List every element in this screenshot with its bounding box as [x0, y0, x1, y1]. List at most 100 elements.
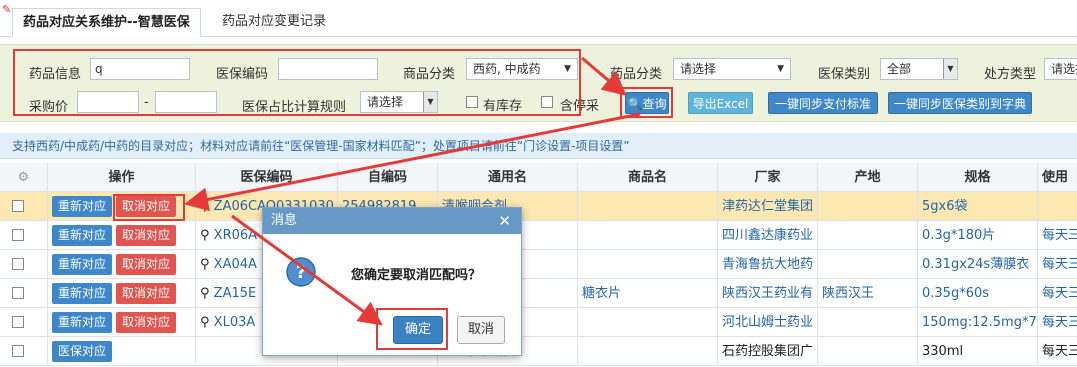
search-icon: ⚲: [200, 228, 210, 243]
manufacturer-cell: 四川鑫达康药业: [718, 221, 818, 250]
svg-text:?: ?: [296, 262, 306, 283]
drug-category-select[interactable]: 请选择 ▼: [673, 58, 791, 80]
info-bar: 支持西药/中成药/中药的目录对应；材料对应请前往“医保管理-国家材料匹配”；处置…: [0, 133, 1077, 159]
spec-cell: 0.35g*60s: [918, 279, 1038, 308]
unmatch-button[interactable]: 取消对应: [116, 312, 176, 333]
insurance-match-button[interactable]: 医保对应: [52, 341, 112, 362]
annotation-box-query: [620, 87, 673, 118]
usage-cell: 每天三: [1042, 228, 1077, 243]
tab-drug-mapping[interactable]: 药品对应关系维护--智慧医保: [12, 8, 201, 37]
caret-down-icon: ▼: [943, 59, 957, 79]
table-row[interactable]: 医保对应 强力枇杷露 石药控股集团广 330ml 每天三: [0, 337, 1077, 366]
origin-cell: [818, 221, 918, 250]
usage-cell: 每天三: [1042, 315, 1077, 330]
insurance-code-text: ZA15E: [213, 286, 257, 301]
row-select-cell: [0, 192, 48, 221]
search-icon: ⚲: [200, 257, 210, 272]
trade-name-cell: [578, 308, 718, 337]
close-icon[interactable]: ✕: [498, 208, 511, 234]
trade-name-cell: [578, 250, 718, 279]
insurance-type-value: 全部: [887, 62, 912, 76]
sync-payment-standard-button[interactable]: 一键同步支付标准: [768, 92, 878, 114]
action-cell: 重新对应 取消对应: [48, 279, 196, 308]
pin-icon: ✎: [2, 3, 12, 16]
drug-category-label: 药品分类: [610, 67, 663, 82]
sync-category-dictionary-button[interactable]: 一键同步医保类别到字典: [888, 92, 1032, 114]
origin-cell: [818, 250, 918, 279]
drug-category-value: 请选择: [680, 62, 717, 76]
insurance-type-select[interactable]: 全部 ▼: [880, 58, 958, 80]
trade-name-cell: [578, 221, 718, 250]
annotation-box-unmatch: [113, 194, 185, 221]
question-icon: ?: [286, 257, 316, 287]
col-action: 操作: [48, 163, 196, 192]
settings-gear-icon[interactable]: ⚙: [0, 163, 48, 192]
rematch-button[interactable]: 重新对应: [52, 196, 112, 217]
action-cell: 医保对应: [48, 337, 196, 366]
manufacturer-cell: 津药达仁堂集团: [718, 192, 818, 221]
rematch-button[interactable]: 重新对应: [52, 225, 112, 246]
usage-cell: 每天三: [1042, 286, 1077, 301]
export-excel-button[interactable]: 导出Excel: [688, 92, 753, 114]
trade-name-cell: [578, 192, 718, 221]
table-row[interactable]: 重新对应 取消对应 ⚲ XA04A 青海鲁抗大地药 0.31gx24s薄膜衣 每…: [0, 250, 1077, 279]
prescription-type-value: 请选择: [1051, 62, 1077, 76]
tab-bar: ✎ 药品对应关系维护--智慧医保 药品对应变更记录: [0, 0, 1077, 37]
spec-cell: 150mg:12.5mg*7s: [918, 308, 1038, 337]
col-self-code: 自编码: [338, 163, 438, 192]
usage-cell: 每天三: [1042, 344, 1077, 359]
cancel-button[interactable]: 取消: [457, 316, 505, 344]
table-row[interactable]: 重新对应 取消对应 ⚲ XR06A 四川鑫达康药业 0.3g*180片 每天三: [0, 221, 1077, 250]
insurance-code-text: XR06A: [213, 228, 258, 243]
prescription-type-select[interactable]: 请选择: [1044, 58, 1077, 80]
unmatch-button[interactable]: 取消对应: [116, 225, 176, 246]
row-checkbox[interactable]: [12, 345, 24, 357]
unmatch-button[interactable]: 取消对应: [116, 254, 176, 275]
dialog-title: 消息: [271, 213, 298, 228]
manufacturer-cell: 石药控股集团广: [718, 337, 818, 366]
rematch-button[interactable]: 重新对应: [52, 283, 112, 304]
dialog-message: 您确定要取消匹配吗？: [351, 268, 482, 283]
col-trade-name: 商品名: [578, 163, 718, 192]
insurance-code-text: XL03A: [213, 315, 256, 330]
row-checkbox[interactable]: [12, 229, 24, 241]
spec-cell: 0.31gx24s薄膜衣: [918, 250, 1038, 279]
row-checkbox[interactable]: [12, 316, 24, 328]
col-spec: 规格: [918, 163, 1038, 192]
origin-cell: 陕西汉王: [818, 279, 918, 308]
filter-panel: 药品信息 q 医保编码 商品分类 西药, 中成药 ▼ 药品分类 请选择 ▼ 医保…: [0, 44, 1077, 122]
unmatch-button[interactable]: 取消对应: [116, 283, 176, 304]
usage-cell: [1038, 192, 1077, 221]
annotation-box-filters: [13, 49, 581, 116]
manufacturer-cell: 陕西汉王药业有: [718, 279, 818, 308]
action-cell: 重新对应 取消对应: [48, 250, 196, 279]
search-icon: ⚲: [200, 199, 210, 214]
trade-name-cell: [578, 337, 718, 366]
origin-cell: [818, 308, 918, 337]
table-row[interactable]: 重新对应 取消对应 ⚲ XL03A 氯噻嗪片 河北山姆士药业 150mg:12.…: [0, 308, 1077, 337]
action-cell: 重新对应 取消对应: [48, 308, 196, 337]
search-icon: ⚲: [200, 315, 210, 330]
row-select-cell: [0, 250, 48, 279]
spec-cell: 330ml: [918, 337, 1038, 366]
col-generic-name: 通用名: [438, 163, 578, 192]
col-insurance-code: 医保编码: [196, 163, 338, 192]
manufacturer-cell: 青海鲁抗大地药: [718, 250, 818, 279]
row-select-cell: [0, 308, 48, 337]
rematch-button[interactable]: 重新对应: [52, 312, 112, 333]
table-header: ⚙ 操作 医保编码 自编码 通用名 商品名 厂家 产地 规格 使用: [0, 163, 1077, 192]
row-checkbox[interactable]: [12, 200, 24, 212]
caret-down-icon: ▼: [777, 64, 784, 74]
table-row[interactable]: 重新对应 取消对应 ⚲ ZA15E 糖衣片 陕西汉王药业有 陕西汉王 0.35g…: [0, 279, 1077, 308]
insurance-type-label: 医保类别: [818, 67, 871, 82]
row-checkbox[interactable]: [12, 258, 24, 270]
rematch-button[interactable]: 重新对应: [52, 254, 112, 275]
insurance-code-text: XA04A: [213, 257, 257, 272]
prescription-type-label: 处方类型: [984, 67, 1037, 82]
row-select-cell: [0, 221, 48, 250]
tab-change-log[interactable]: 药品对应变更记录: [212, 8, 336, 37]
row-checkbox[interactable]: [12, 287, 24, 299]
origin-cell: [818, 337, 918, 366]
spec-cell: 0.3g*180片: [918, 221, 1038, 250]
search-icon: ⚲: [200, 286, 210, 301]
